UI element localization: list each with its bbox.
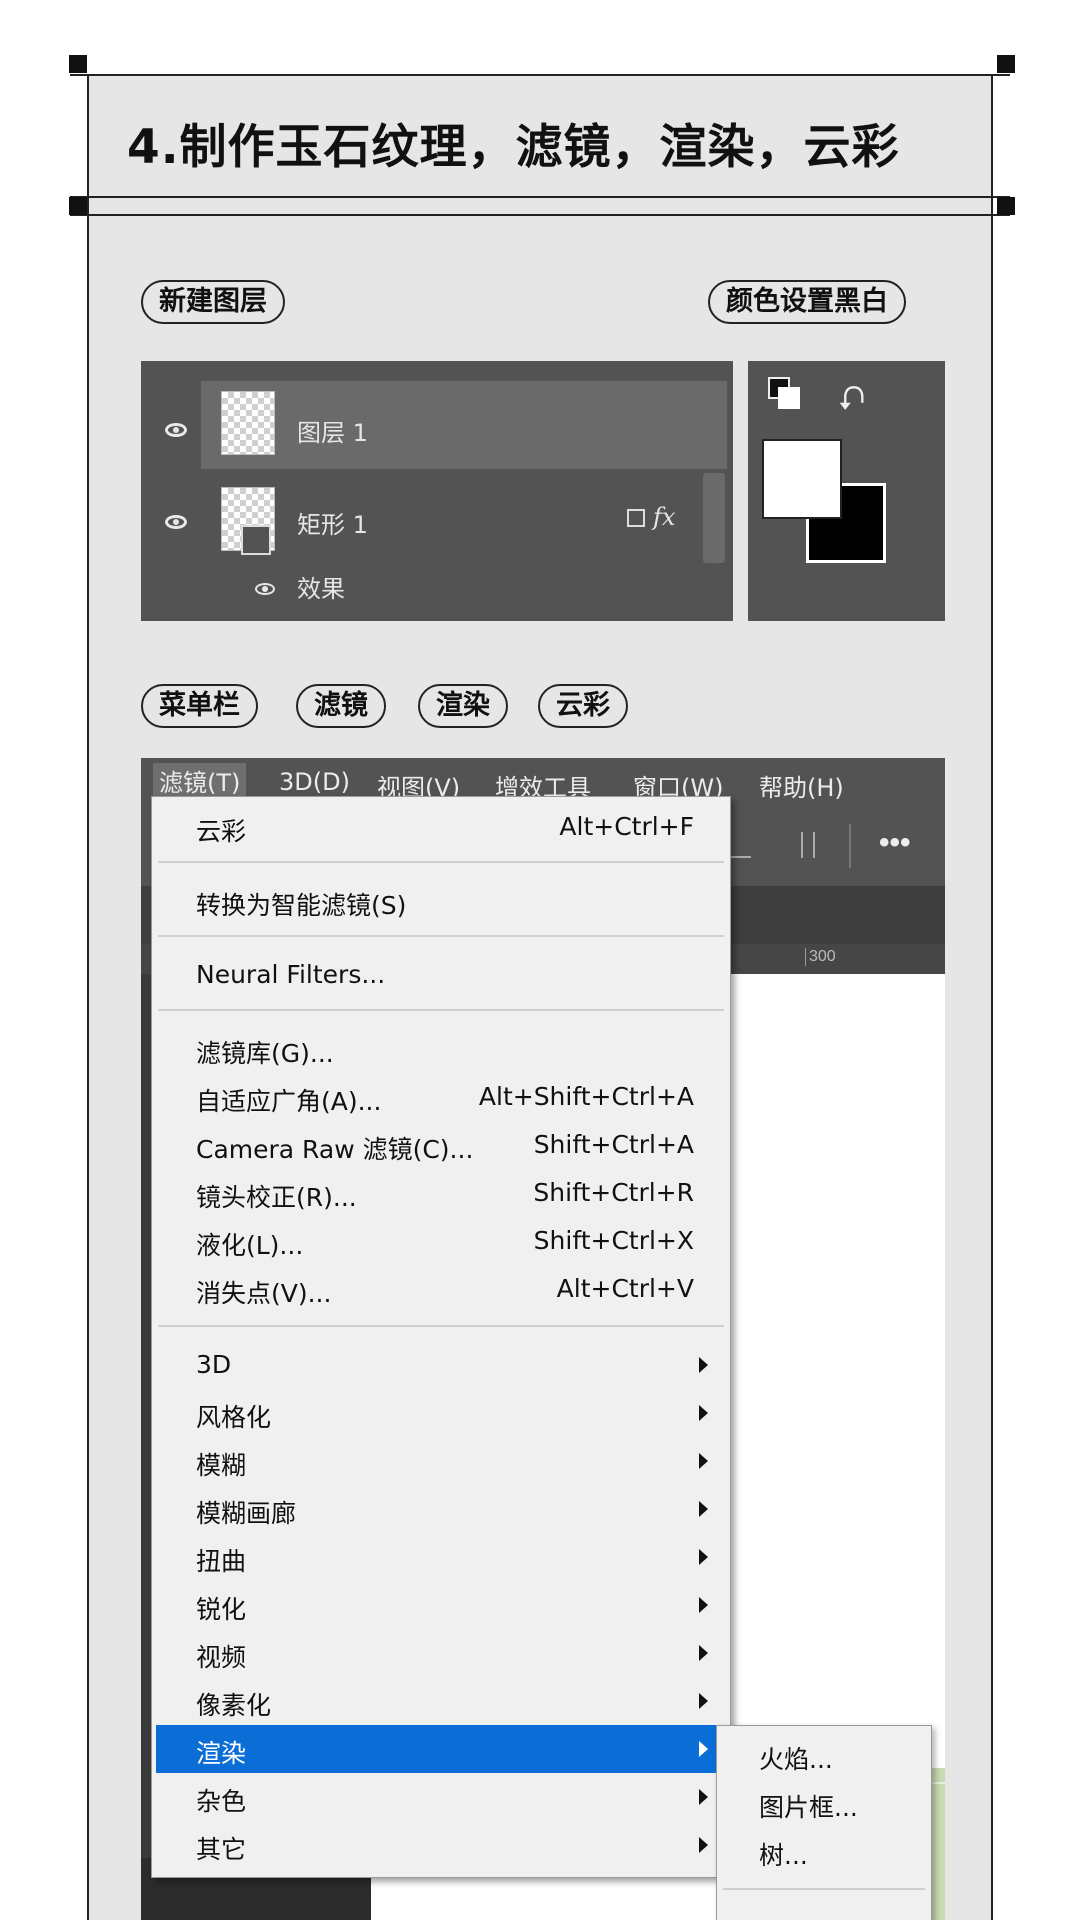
menu-item-neural-filters[interactable]: Neural Filters... xyxy=(156,951,726,999)
layer-name-2: 矩形 1 xyxy=(297,511,368,539)
menu-item-pixelate[interactable]: 像素化 xyxy=(156,1677,726,1725)
color-swatches-panel: ⮏ xyxy=(748,361,945,621)
eye-icon[interactable] xyxy=(165,423,187,437)
menu-separator xyxy=(158,861,724,863)
menu-item-adaptive-wide-angle[interactable]: 自适应广角(A)... Alt+Shift+Ctrl+A xyxy=(156,1073,726,1121)
menu-separator xyxy=(158,935,724,937)
default-colors-icon-back xyxy=(778,387,800,409)
menu-item-lens-correction[interactable]: 镜头校正(R)... Shift+Ctrl+R xyxy=(156,1169,726,1217)
render-submenu: 火焰... 图片框... 树... xyxy=(716,1725,932,1920)
link-icon xyxy=(627,509,645,527)
corner-handle xyxy=(69,197,87,215)
submenu-item-flame[interactable]: 火焰... xyxy=(759,1740,833,1776)
layers-panel: 图层 1 矩形 1 fx 效果 xyxy=(141,361,733,621)
swap-colors-icon[interactable]: ⮏ xyxy=(838,375,865,432)
menu-item-liquify[interactable]: 液化(L)... Shift+Ctrl+X xyxy=(156,1217,726,1265)
menu-item-filter-gallery[interactable]: 滤镜库(G)... xyxy=(156,1025,726,1073)
submenu-arrow-icon xyxy=(699,1405,708,1421)
menu-help[interactable]: 帮助(H) xyxy=(759,768,844,803)
menu-item-3d[interactable]: 3D xyxy=(156,1341,726,1389)
submenu-item-picture-frame[interactable]: 图片框... xyxy=(759,1788,858,1824)
fx-badge[interactable]: fx xyxy=(653,503,675,531)
step-render: 渲染 xyxy=(418,684,508,728)
submenu-arrow-icon xyxy=(699,1501,708,1517)
menu-item-render[interactable]: 渲染 xyxy=(156,1725,726,1773)
menu-item-other[interactable]: 其它 xyxy=(156,1821,726,1869)
scrollbar-thumb[interactable] xyxy=(703,473,725,563)
submenu-arrow-icon xyxy=(699,1645,708,1661)
submenu-arrow-icon xyxy=(699,1597,708,1613)
corner-handle xyxy=(997,55,1015,73)
eye-icon[interactable] xyxy=(165,515,187,529)
menu-separator xyxy=(723,1888,925,1890)
step-filter: 滤镜 xyxy=(296,684,386,728)
ruler-mark: 300 xyxy=(805,948,836,966)
menu-3d[interactable]: 3D(D) xyxy=(279,768,350,796)
step-color-black-white: 颜色设置黑白 xyxy=(708,280,906,324)
more-options-icon[interactable]: ••• xyxy=(879,826,911,860)
page-title: 4.制作玉石纹理，滤镜，渲染，云彩 xyxy=(127,120,900,175)
submenu-item-tree[interactable]: 树... xyxy=(759,1836,808,1872)
corner-handle xyxy=(997,197,1015,215)
menu-item-blur-gallery[interactable]: 模糊画廊 xyxy=(156,1485,726,1533)
menu-item-stylize[interactable]: 风格化 xyxy=(156,1389,726,1437)
menu-item-clouds[interactable]: 云彩 Alt+Ctrl+F xyxy=(156,803,726,851)
submenu-arrow-icon xyxy=(699,1837,708,1853)
menu-item-distort[interactable]: 扭曲 xyxy=(156,1533,726,1581)
foreground-color-swatch[interactable] xyxy=(762,439,842,519)
menu-item-video[interactable]: 视频 xyxy=(156,1629,726,1677)
align-icon[interactable] xyxy=(801,832,815,858)
guide-line-middle xyxy=(70,196,1010,198)
menu-separator xyxy=(158,1009,724,1011)
menu-item-camera-raw[interactable]: Camera Raw 滤镜(C)... Shift+Ctrl+A xyxy=(156,1121,726,1169)
guide-line-lower xyxy=(70,214,1010,216)
submenu-arrow-icon xyxy=(699,1549,708,1565)
effects-label: 效果 xyxy=(297,575,345,603)
step-new-layer: 新建图层 xyxy=(141,280,285,324)
guide-line-top xyxy=(70,74,1010,76)
step-menubar: 菜单栏 xyxy=(141,684,258,728)
menu-item-convert-smart-filter[interactable]: 转换为智能滤镜(S) xyxy=(156,877,726,925)
submenu-arrow-icon xyxy=(699,1741,708,1757)
menu-item-sharpen[interactable]: 锐化 xyxy=(156,1581,726,1629)
options-divider xyxy=(849,824,851,868)
menu-item-blur[interactable]: 模糊 xyxy=(156,1437,726,1485)
step-clouds: 云彩 xyxy=(538,684,628,728)
shape-layer-icon xyxy=(241,525,271,555)
menu-item-vanishing-point[interactable]: 消失点(V)... Alt+Ctrl+V xyxy=(156,1265,726,1313)
filter-menu-dropdown: 云彩 Alt+Ctrl+F 转换为智能滤镜(S) Neural Filters.… xyxy=(151,796,731,1878)
layer-thumbnail xyxy=(221,391,275,455)
submenu-arrow-icon xyxy=(699,1357,708,1373)
menu-item-noise[interactable]: 杂色 xyxy=(156,1773,726,1821)
layer-row-selected[interactable] xyxy=(201,381,727,469)
submenu-arrow-icon xyxy=(699,1453,708,1469)
corner-handle xyxy=(69,55,87,73)
menu-separator xyxy=(158,1325,724,1327)
eye-icon[interactable] xyxy=(255,583,275,595)
submenu-arrow-icon xyxy=(699,1789,708,1805)
layer-name-1: 图层 1 xyxy=(297,419,368,447)
submenu-arrow-icon xyxy=(699,1693,708,1709)
